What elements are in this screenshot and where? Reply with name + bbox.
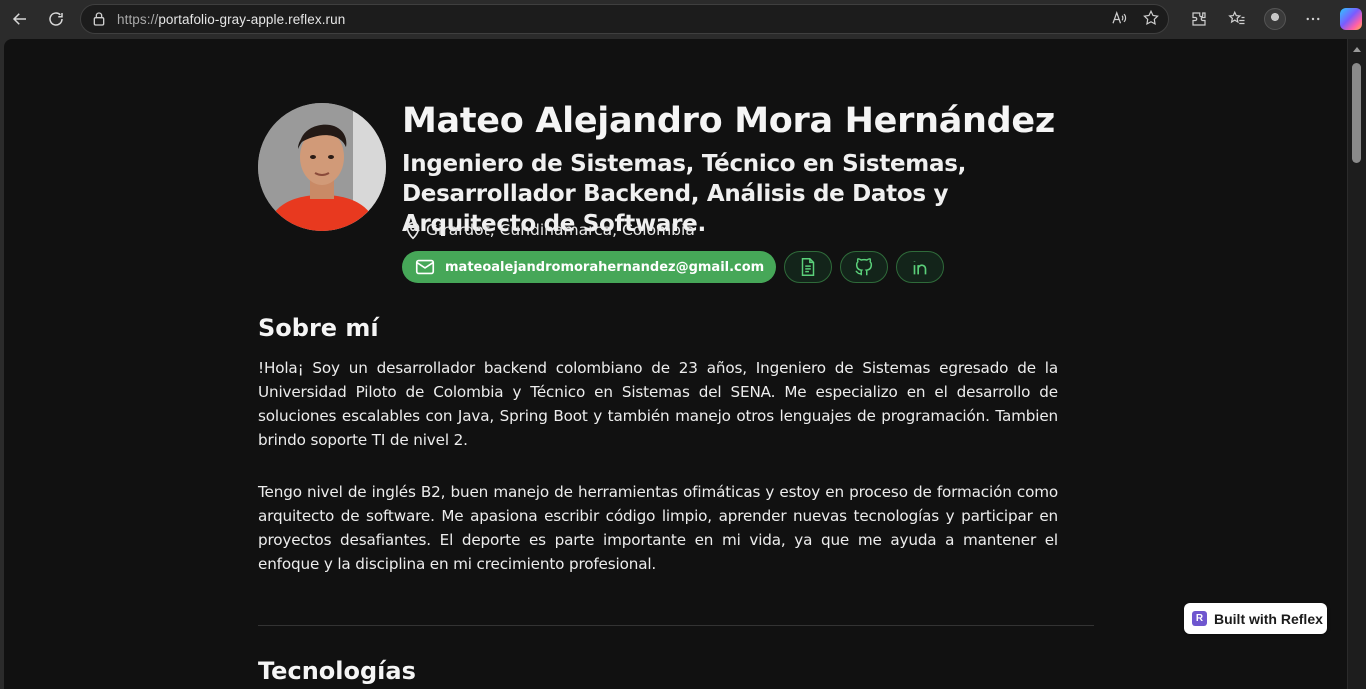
browser-actions [1180,0,1366,38]
contact-links: mateoalejandromorahernandez@gmail.com [402,251,945,283]
about-paragraph-2: Tengo nivel de inglés B2, buen manejo de… [258,483,1058,573]
profile-button[interactable] [1256,0,1294,38]
copilot-button[interactable] [1332,0,1366,38]
profile-photo-illustration [258,103,386,231]
reload-icon [49,12,63,26]
url-host: portafolio-gray-apple.reflex.run [158,11,346,27]
page-scrollbar[interactable] [1348,39,1366,689]
mail-icon [415,259,435,275]
linkedin-icon [913,261,927,275]
location-text: Girardot, Cundinamarca, Colombia [426,221,695,239]
favorites-button[interactable] [1218,0,1256,38]
section-divider [258,625,1094,626]
copilot-icon [1340,8,1362,30]
technologies-title: Tecnologías [258,657,416,685]
profile-avatar [1264,8,1286,30]
favorite-star-icon[interactable] [1142,9,1160,27]
github-icon [855,258,873,276]
resume-button[interactable] [784,251,833,283]
document-icon [802,258,815,276]
read-aloud-icon[interactable] [1110,9,1128,27]
about-title: Sobre mí [258,314,379,342]
page-viewport: Mateo Alejandro Mora Hernández Ingeniero… [4,39,1347,689]
scrollbar-thumb[interactable] [1352,63,1361,163]
lock-icon [93,12,105,26]
github-button[interactable] [840,251,889,283]
url-scheme: https:// [117,11,159,27]
email-button[interactable]: mateoalejandromorahernandez@gmail.com [402,251,777,283]
url-text: https://portafolio-gray-apple.reflex.run [117,12,345,27]
puzzle-icon [1192,12,1206,26]
built-with-reflex-badge[interactable]: R Built with Reflex [1184,603,1327,634]
scroll-up-arrow[interactable] [1353,47,1361,52]
more-dots-icon [1306,17,1320,21]
extensions-button[interactable] [1180,0,1218,38]
profile-photo [258,103,386,231]
arrow-left-icon [12,13,26,25]
badge-label: Built with Reflex [1214,610,1323,627]
reflex-logo-icon: R [1192,611,1207,626]
address-bar[interactable]: https://portafolio-gray-apple.reflex.run [80,4,1169,34]
back-button[interactable] [2,0,38,38]
map-pin-icon [406,221,420,240]
more-menu-button[interactable] [1294,0,1332,38]
reload-button[interactable] [38,0,74,38]
about-paragraph-1: !Hola¡ Soy un desarrollador backend colo… [258,359,1058,449]
favorites-list-icon [1228,10,1245,25]
profile-location: Girardot, Cundinamarca, Colombia [402,219,695,241]
email-text: mateoalejandromorahernandez@gmail.com [445,259,765,275]
profile-name: Mateo Alejandro Mora Hernández [402,101,1055,141]
linkedin-button[interactable] [896,251,945,283]
